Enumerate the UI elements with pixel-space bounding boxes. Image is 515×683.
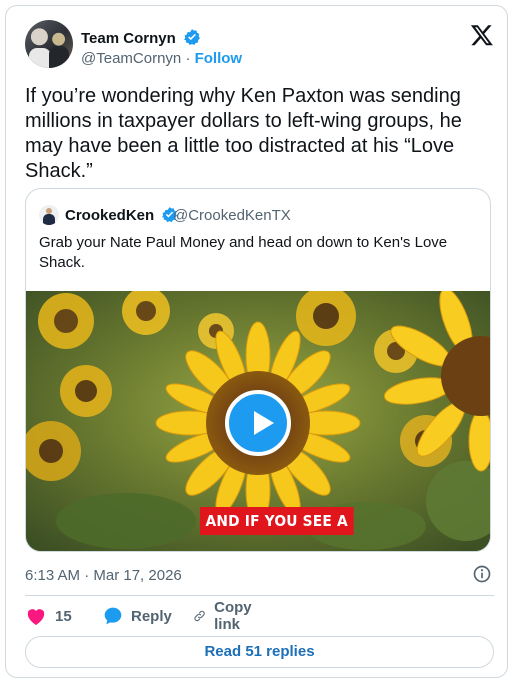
x-logo-icon[interactable] [470,23,494,47]
reply-button[interactable]: Reply [103,604,172,628]
video-caption: AND IF YOU SEE A [200,507,354,535]
like-count: 15 [55,607,72,625]
divider [25,595,494,596]
like-button[interactable]: 15 [25,604,72,628]
tweet-text: If you’re wondering why Ken Paxton was s… [25,85,462,182]
author-handle[interactable]: @TeamCornyn [81,50,181,67]
heart-icon [27,609,45,626]
author-avatar[interactable] [25,20,73,68]
separator-dot: · [185,50,191,67]
play-button[interactable] [225,390,291,456]
video-player[interactable]: AND IF YOU SEE A [26,291,490,551]
copy-link-label: Copy link [214,599,252,633]
author-handle-row: @TeamCornyn · Follow [81,50,242,67]
reply-bubble-icon [104,607,122,625]
follow-button[interactable]: Follow [195,50,243,67]
reply-label: Reply [131,607,172,625]
quoted-author-avatar[interactable] [39,205,59,225]
tweet-timestamp[interactable]: 6:13 AM · Mar 17, 2026 [25,567,182,584]
tweet-card: Team Cornyn @TeamCornyn · Follow If you’… [5,5,508,678]
quoted-tweet-text: Grab your Nate Paul Money and head on do… [39,234,448,271]
quoted-author-name-row[interactable]: CrookedKen [65,206,178,224]
link-icon [194,610,205,622]
quoted-author-name[interactable]: CrookedKen [65,207,154,224]
author-name-row[interactable]: Team Cornyn [81,28,201,47]
verified-badge-icon [183,29,200,46]
read-replies-button[interactable]: Read 51 replies [25,636,494,668]
play-icon [254,411,274,435]
copy-link-button[interactable]: Copy link [193,599,259,633]
author-name[interactable]: Team Cornyn [81,30,176,47]
info-icon[interactable] [472,564,492,584]
quoted-tweet[interactable]: CrookedKen @CrookedKenTX Grab your Nate … [25,188,491,552]
quoted-author-handle[interactable]: @CrookedKenTX [173,207,291,224]
